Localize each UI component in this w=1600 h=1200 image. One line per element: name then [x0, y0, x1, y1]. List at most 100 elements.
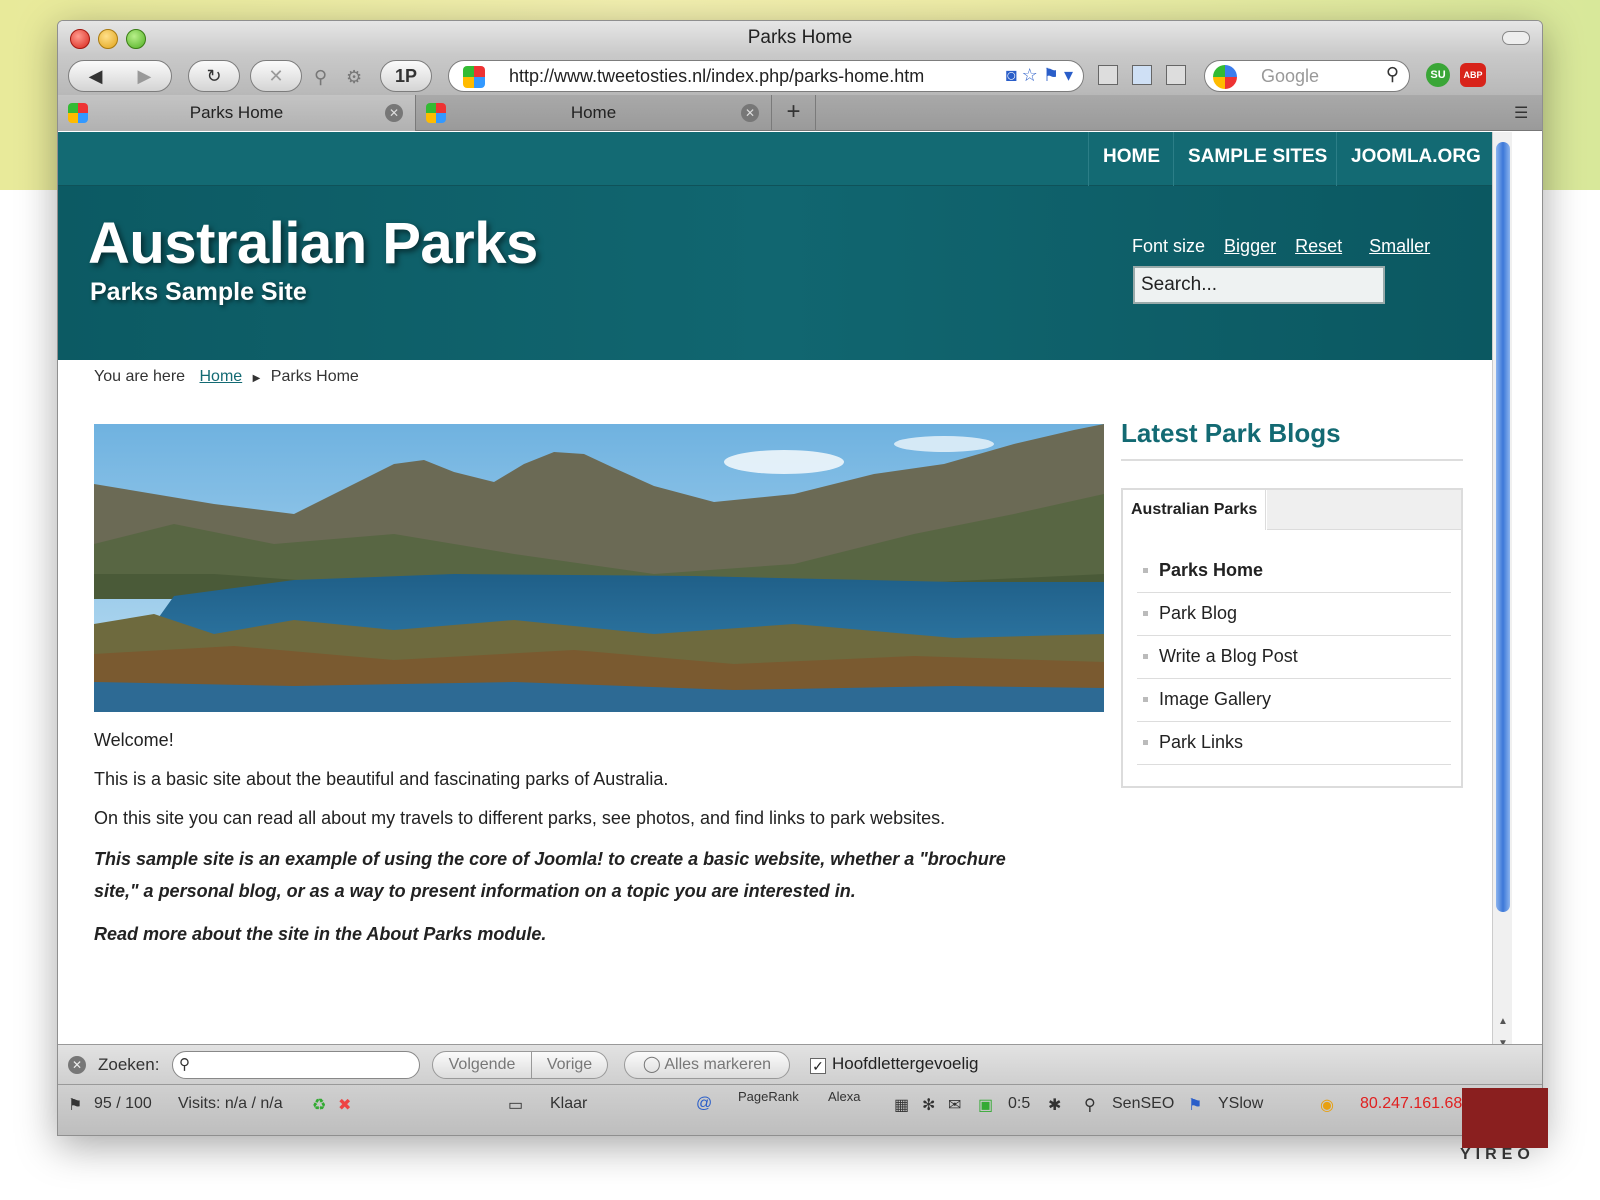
tab-close-icon[interactable]: ✕ [741, 104, 759, 122]
yslow-button[interactable]: YSlow [1218, 1095, 1263, 1113]
refresh-icon[interactable]: ♻ [312, 1095, 326, 1115]
nav-sample-sites[interactable]: SAMPLE SITES [1173, 132, 1341, 186]
toolbar-toggle-button[interactable] [1502, 31, 1530, 45]
breadcrumb: You are here Home ▶ Parks Home [94, 368, 359, 386]
font-bigger-link[interactable]: Bigger [1224, 236, 1276, 256]
toolbar-briefcase-icon[interactable] [1166, 65, 1186, 85]
clipboard-icon[interactable]: ▣ [978, 1095, 993, 1115]
font-smaller-link[interactable]: Smaller [1369, 236, 1430, 256]
scrollbar-thumb[interactable] [1496, 142, 1510, 912]
senseo-button[interactable]: SenSEO [1112, 1095, 1174, 1113]
tab-parks-home[interactable]: Parks Home ✕ [58, 95, 416, 131]
yireo-logo-text: YIREO [1460, 1146, 1535, 1163]
sidebar-item-image-gallery[interactable]: Image Gallery [1137, 679, 1451, 722]
find-input[interactable]: ⚲ [172, 1051, 420, 1079]
article-description: On this site you can read all about my t… [94, 808, 946, 828]
ip-address: 80.247.161.68 [1360, 1095, 1463, 1112]
toolbar-window-icon[interactable] [1132, 65, 1152, 85]
sidebar-title: Latest Park Blogs [1121, 418, 1341, 448]
back-forward-buttons: ◀ ▶ [68, 60, 172, 92]
tab-label: Home [570, 103, 617, 122]
sidebar-tab-australian-parks[interactable]: Australian Parks [1123, 490, 1267, 530]
pagerank-indicator[interactable]: PageRank [738, 1089, 799, 1104]
reload-button[interactable]: ↻ [188, 60, 240, 92]
sidebar-item-park-blog[interactable]: Park Blog [1137, 593, 1451, 636]
breadcrumb-arrow-icon: ▶ [252, 373, 261, 384]
new-tab-button[interactable]: + [772, 95, 816, 131]
zoom-window-button[interactable] [126, 29, 146, 49]
rss-bookmark-icons[interactable]: ◙ ☆ ⚑ ▾ [1006, 65, 1073, 86]
tab-list-icon[interactable]: ☰ [1514, 103, 1536, 122]
stop-button[interactable]: ✕ [250, 60, 302, 92]
article-read-more: Read more about the site in the About Pa… [94, 924, 547, 944]
stumbleupon-icon[interactable]: SU [1426, 63, 1450, 87]
sidebar-tab-strip [1267, 490, 1461, 530]
url-text[interactable]: http://www.tweetosties.nl/index.php/park… [509, 66, 924, 87]
bug-icon[interactable]: ✱ [1048, 1095, 1061, 1115]
status-bar: ⚑ 95 / 100 Visits: n/a / n/a ♻ ✖ ▭ Klaar… [58, 1084, 1542, 1135]
sidebar-item-park-links[interactable]: Park Links [1137, 722, 1451, 765]
forward-button[interactable]: ▶ [120, 61, 169, 91]
sidebar-item-parks-home[interactable]: Parks Home [1137, 550, 1451, 593]
error-icon[interactable]: ✖ [338, 1095, 351, 1115]
browser-window: Parks Home ◀ ▶ ↻ ✕ ⚲ ⚙ 1P http://www.twee… [57, 20, 1543, 1136]
window-title: Parks Home [747, 27, 853, 48]
site-favicon-icon [463, 66, 485, 88]
snowflake-icon[interactable]: ✻ [922, 1095, 935, 1115]
highlight-all-button[interactable]: ◯ Alles markeren [624, 1051, 790, 1079]
globe-icon[interactable]: ◉ [1320, 1095, 1334, 1115]
site-top-nav: HOME SAMPLE SITES JOOMLA.ORG [58, 132, 1492, 186]
font-reset-link[interactable]: Reset [1295, 236, 1342, 256]
breadcrumb-home-link[interactable]: Home [200, 368, 243, 385]
scroll-up-icon[interactable]: ▲ [1496, 1016, 1510, 1034]
vertical-scrollbar[interactable]: ▲ ▼ [1492, 132, 1512, 1064]
extension-icon[interactable]: ⚲ [314, 67, 327, 88]
flag-icon[interactable]: ⚑ [68, 1095, 82, 1115]
seo-score: 95 / 100 [94, 1095, 152, 1112]
find-bar: ✕ Zoeken: ⚲ Volgende Vorige ◯ Alles mark… [58, 1044, 1542, 1084]
onepassword-button[interactable]: 1P [380, 60, 432, 92]
magnifier-icon[interactable]: ⚲ [1084, 1095, 1096, 1115]
site-subtitle: Parks Sample Site [90, 278, 307, 306]
minimize-window-button[interactable] [98, 29, 118, 49]
yslow-icon[interactable]: ⚑ [1188, 1095, 1202, 1115]
site-title: Australian Parks [88, 211, 538, 276]
alexa-indicator[interactable]: Alexa [828, 1089, 861, 1104]
match-case-option[interactable]: ✓ Hoofdlettergevoelig [810, 1054, 978, 1074]
visits-counter: Visits: n/a / n/a [178, 1095, 283, 1112]
google-icon[interactable] [1213, 65, 1237, 89]
timer-text: 0:5 [1008, 1095, 1031, 1112]
sidebar-module: Australian Parks Parks Home Park Blog Wr… [1121, 488, 1463, 788]
adblock-icon[interactable]: ABP [1460, 63, 1486, 87]
at-icon[interactable]: @ [696, 1095, 712, 1113]
search-icon[interactable]: ⚲ [1386, 64, 1399, 85]
article-welcome: Welcome! [94, 730, 174, 750]
tab-home[interactable]: Home ✕ [416, 95, 772, 131]
back-button[interactable]: ◀ [71, 61, 120, 91]
grid-icon[interactable]: ▦ [894, 1095, 909, 1115]
status-text: Klaar [550, 1095, 588, 1112]
tab-close-icon[interactable]: ✕ [385, 104, 403, 122]
match-case-checkbox[interactable]: ✓ [810, 1058, 826, 1074]
find-close-icon[interactable]: ✕ [68, 1056, 86, 1074]
monitor-icon: ▭ [508, 1097, 524, 1114]
close-window-button[interactable] [70, 29, 90, 49]
find-next-button[interactable]: Volgende [432, 1051, 532, 1079]
site-search-input[interactable]: Search... [1133, 266, 1385, 304]
mail-icon[interactable]: ✉ [948, 1095, 961, 1115]
nav-joomla-org[interactable]: JOOMLA.ORG [1336, 132, 1492, 186]
find-label: Zoeken: [98, 1055, 160, 1074]
gear-icon[interactable]: ⚙ [346, 67, 362, 88]
article-intro: This is a basic site about the beautiful… [94, 769, 669, 789]
toolbar-grid-icon[interactable] [1098, 65, 1118, 85]
address-bar[interactable]: http://www.tweetosties.nl/index.php/park… [448, 60, 1084, 92]
find-previous-button[interactable]: Vorige [532, 1051, 608, 1079]
title-bar: Parks Home [58, 21, 1542, 55]
sidebar-item-write-post[interactable]: Write a Blog Post [1137, 636, 1451, 679]
search-icon: ⚲ [179, 1056, 190, 1073]
match-case-label: Hoofdlettergevoelig [832, 1054, 979, 1073]
sidebar-divider [1121, 459, 1463, 461]
nav-home[interactable]: HOME [1088, 132, 1174, 186]
site-header: Australian Parks Parks Sample Site Font … [58, 186, 1492, 360]
search-bar[interactable]: Google ⚲ [1204, 60, 1410, 92]
